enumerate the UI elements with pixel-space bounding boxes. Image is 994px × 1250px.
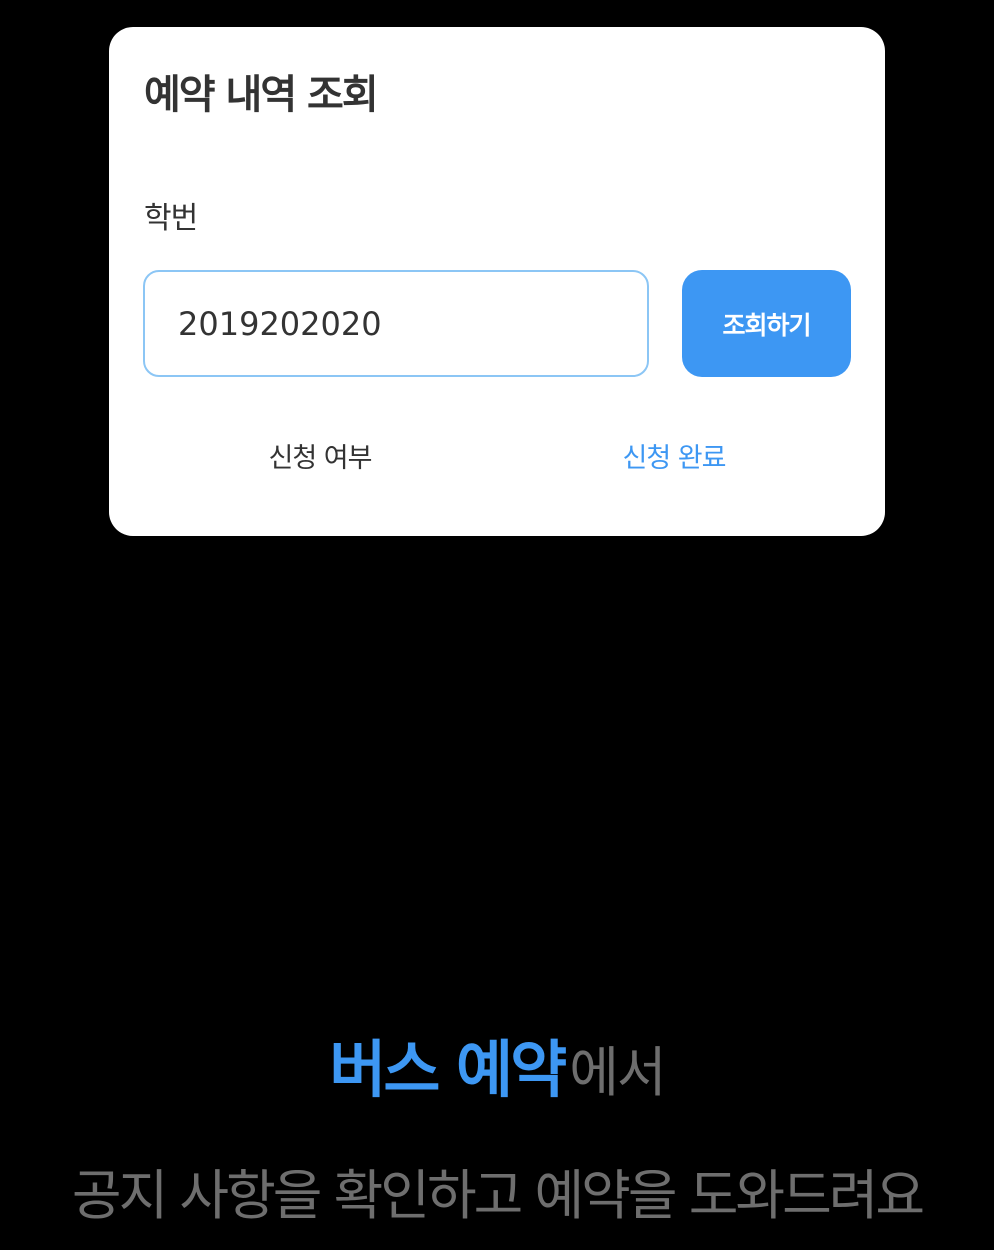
reservation-lookup-card: 예약 내역 조회 학번 조회하기 신청 여부 신청 완료 — [109, 27, 885, 536]
application-status-label: 신청 여부 — [268, 443, 373, 474]
promo-headline: 버스 예약 에서 — [0, 1030, 994, 1126]
student-id-input[interactable] — [143, 270, 649, 377]
application-status-row: 신청 여부 신청 완료 — [143, 437, 851, 481]
promo-highlight: 버스 예약 — [329, 1033, 567, 1106]
application-status-value: 신청 완료 — [622, 443, 727, 474]
search-button[interactable]: 조회하기 — [682, 270, 851, 377]
student-id-label: 학번 — [144, 201, 198, 236]
promo-subtitle: 공지 사항을 확인하고 예약을 도와드려요 — [71, 1164, 925, 1227]
promo-highlight-suffix: 에서 — [569, 1041, 666, 1104]
page: 예약 내역 조회 학번 조회하기 신청 여부 신청 완료 버스 예약 에서 공지… — [0, 0, 994, 1250]
card-title: 예약 내역 조회 — [144, 72, 379, 118]
